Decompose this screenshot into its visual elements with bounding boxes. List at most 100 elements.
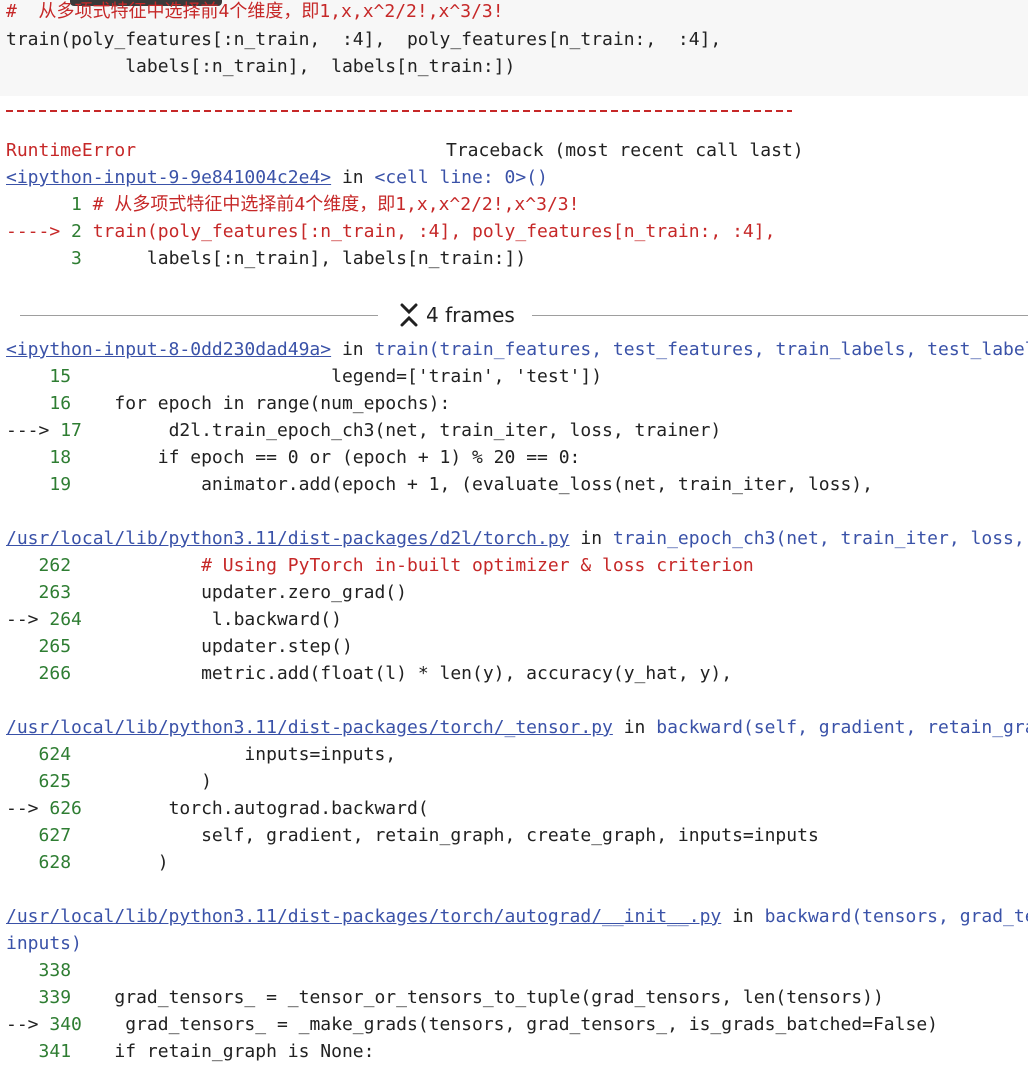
- line-code: inputs=inputs,: [71, 744, 397, 765]
- line-code: metric.add(float(l) * len(y), accuracy(y…: [71, 663, 733, 684]
- line-number: 3: [71, 248, 82, 269]
- line-arrow: [6, 852, 39, 873]
- frame-line: 263 updater.zero_grad(): [6, 579, 407, 606]
- line-arrow: [6, 194, 71, 215]
- line-code: updater.zero_grad(): [71, 582, 407, 603]
- frame-line: --> 340 grad_tensors_ = _make_grads(tens…: [6, 1011, 938, 1038]
- line-arrow: [6, 744, 39, 765]
- line-code: self, gradient, retain_graph, create_gra…: [71, 825, 819, 846]
- context-line: 1 # 从多项式特征中选择前4个维度，即1,x,x^2/2!,x^3/3!: [6, 191, 579, 218]
- frame-line: ---> 17 d2l.train_epoch_ch3(net, train_i…: [6, 417, 721, 444]
- line-number: 266: [38, 663, 72, 684]
- line-arrow: [6, 555, 39, 576]
- line-number: 339: [38, 987, 72, 1008]
- line-number: 2: [71, 221, 82, 242]
- line-number: 1: [71, 194, 82, 215]
- line-arrow: [6, 771, 39, 792]
- line-arrow: -->: [6, 1014, 50, 1035]
- frame-signature: (self, gradient, retain_graph,: [742, 717, 1028, 738]
- line-number: 626: [49, 798, 82, 819]
- traceback-separator: [6, 110, 792, 112]
- frames-label: 4 frames: [426, 303, 515, 327]
- line-code: if epoch == 0 or (epoch + 1) % 20 == 0:: [71, 447, 581, 468]
- frame-line: 628 ): [6, 849, 169, 876]
- line-code: grad_tensors_ = _tensor_or_tensors_to_tu…: [71, 987, 884, 1008]
- frame-file-link[interactable]: /usr/local/lib/python3.11/dist-packages/…: [6, 717, 613, 738]
- line-number: 340: [49, 1014, 82, 1035]
- frames-toggle-button[interactable]: 4 frames: [400, 302, 515, 328]
- line-number: 18: [49, 447, 72, 468]
- line-arrow: [6, 393, 49, 414]
- line-arrow: --->: [6, 420, 61, 441]
- line-code: if retain_graph is None:: [71, 1041, 375, 1062]
- line-number: 624: [38, 744, 72, 765]
- in-word: in: [341, 167, 364, 188]
- line-arrow: ---->: [6, 221, 72, 242]
- frames-rule-left: [20, 315, 378, 316]
- frame-line: 624 inputs=inputs,: [6, 741, 397, 768]
- line-number: 625: [38, 771, 72, 792]
- in-word: in: [623, 717, 646, 738]
- frame-header: <ipython-input-8-0dd230dad49a> in train(…: [6, 336, 1028, 363]
- line-arrow: [6, 663, 39, 684]
- traceback-label: Traceback (most recent call last): [446, 140, 804, 161]
- line-number: 15: [49, 366, 72, 387]
- frame-line: 339 grad_tensors_ = _tensor_or_tensors_t…: [6, 984, 884, 1011]
- line-number: 338: [38, 960, 72, 981]
- line-arrow: [6, 248, 71, 269]
- line-arrow: [6, 366, 49, 387]
- line-number: 264: [49, 609, 82, 630]
- line-code: l.backward(): [81, 609, 342, 630]
- frame-function: backward: [656, 717, 743, 738]
- line-code: d2l.train_epoch_ch3(net, train_iter, los…: [81, 420, 722, 441]
- frame-header: /usr/local/lib/python3.11/dist-packages/…: [6, 525, 1028, 552]
- frame-line: 265 updater.step(): [6, 633, 353, 660]
- line-code: for epoch in range(num_epochs):: [71, 393, 451, 414]
- frame-line: 15 legend=['train', 'test']): [6, 363, 602, 390]
- line-number: 16: [49, 393, 72, 414]
- frame-line: 338: [6, 957, 72, 984]
- code-line-1: # 从多项式特征中选择前4个维度，即1,x,x^2/2!,x^3/3!: [6, 1, 504, 22]
- in-word: in: [580, 528, 603, 549]
- line-code: train(poly_features[:n_train, :4], poly_…: [81, 221, 776, 242]
- error-type: RuntimeError: [6, 140, 137, 161]
- line-arrow: -->: [6, 609, 50, 630]
- frames-rule-right: [532, 315, 1028, 316]
- frame-line: 627 self, gradient, retain_graph, create…: [6, 822, 819, 849]
- frame-line: 16 for epoch in range(num_epochs):: [6, 390, 450, 417]
- context-line: 3 labels[:n_train], labels[n_train:]): [6, 245, 526, 272]
- frame-line: 262 # Using PyTorch in-built optimizer &…: [6, 552, 754, 579]
- line-code: torch.autograd.backward(: [81, 798, 429, 819]
- frame-line: --> 264 l.backward(): [6, 606, 342, 633]
- frame-signature: (tensors, grad_tenso: [851, 906, 1028, 927]
- line-arrow: -->: [6, 798, 50, 819]
- frames-toggle[interactable]: 4 frames: [0, 296, 1028, 334]
- frame-signature: (net, train_iter, loss, upd: [775, 528, 1025, 549]
- frame-line: 625 ): [6, 768, 212, 795]
- code-line-3: labels[:n_train], labels[n_train:]): [6, 56, 516, 77]
- frame-signature-cont: inputs): [6, 933, 82, 954]
- error-location: <ipython-input-9-9e841004c2e4> in <cell …: [6, 164, 548, 191]
- line-arrow: [6, 1041, 39, 1062]
- frame-file-link[interactable]: <ipython-input-8-0dd230dad49a>: [6, 339, 331, 360]
- frame-line: 19 animator.add(epoch + 1, (evaluate_los…: [6, 471, 873, 498]
- code-line-2: train(poly_features[:n_train, :4], poly_…: [6, 29, 722, 50]
- line-number: 628: [38, 852, 72, 873]
- collapse-chevrons-icon: [400, 302, 418, 328]
- code-cell[interactable]: # 从多项式特征中选择前4个维度，即1,x,x^2/2!,x^3/3! trai…: [0, 0, 1028, 96]
- frame-file-link[interactable]: /usr/local/lib/python3.11/dist-packages/…: [6, 906, 721, 927]
- frame-function: train: [374, 339, 429, 360]
- line-number: 17: [60, 420, 82, 441]
- context-line: ----> 2 train(poly_features[:n_train, :4…: [6, 218, 775, 245]
- line-arrow: [6, 825, 39, 846]
- line-arrow: [6, 960, 39, 981]
- line-code: animator.add(epoch + 1, (evaluate_loss(n…: [71, 474, 873, 495]
- line-code: legend=['train', 'test']): [71, 366, 603, 387]
- line-number: 262: [38, 555, 72, 576]
- input-ref-link[interactable]: <ipython-input-9-9e841004c2e4>: [6, 167, 331, 188]
- frame-header: /usr/local/lib/python3.11/dist-packages/…: [6, 903, 1028, 930]
- line-arrow: [6, 447, 49, 468]
- frame-line: 266 metric.add(float(l) * len(y), accura…: [6, 660, 733, 687]
- frame-file-link[interactable]: /usr/local/lib/python3.11/dist-packages/…: [6, 528, 570, 549]
- line-arrow: [6, 636, 39, 657]
